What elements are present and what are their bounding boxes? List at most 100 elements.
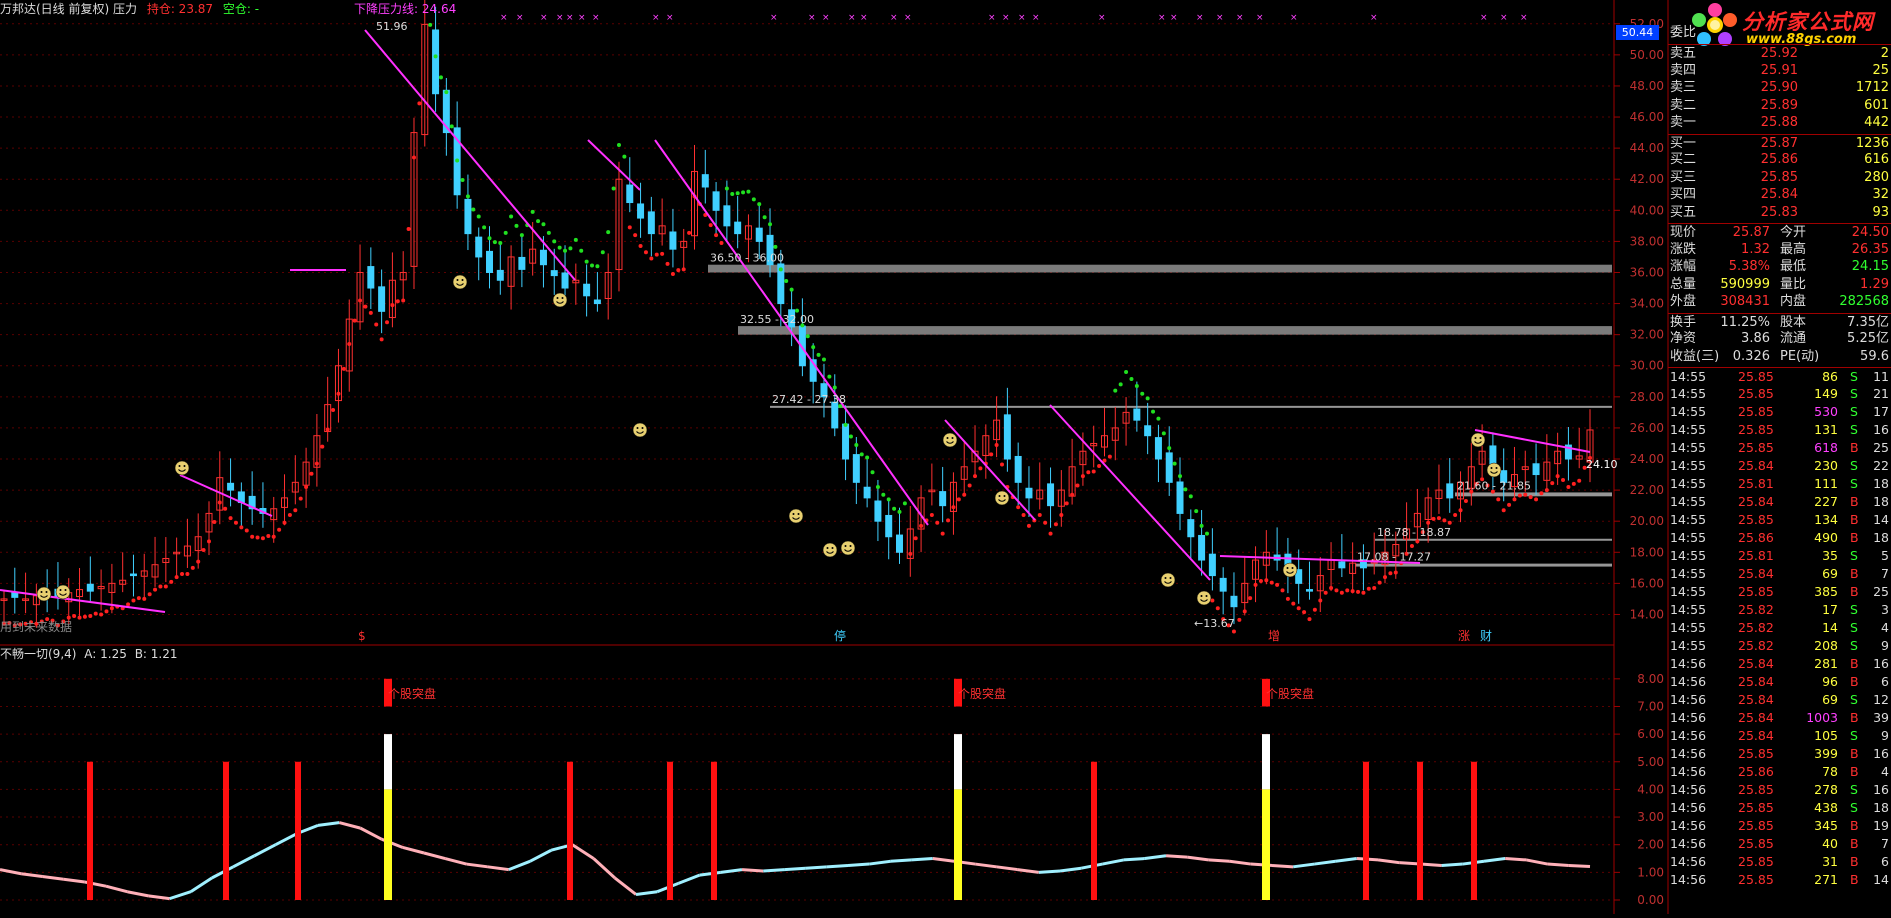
- indicator-line: [1441, 862, 1463, 867]
- support-dot: [1296, 606, 1301, 611]
- indicator-axis-label: 7.00: [1637, 699, 1664, 713]
- candle-body: [475, 236, 483, 258]
- price-axis-label: 42.00: [1630, 172, 1664, 186]
- candle-body: [1176, 481, 1184, 514]
- tick-side: B: [1850, 836, 1859, 851]
- support-dot: [1431, 516, 1436, 521]
- tick-count: 17: [1873, 404, 1889, 419]
- smiley-eye: [561, 297, 564, 299]
- candle-body: [561, 272, 569, 289]
- tick-side: S: [1850, 404, 1858, 419]
- resistance-dot: [892, 506, 897, 511]
- resistance-dot: [622, 154, 627, 159]
- chart-event-mark: 涨: [1458, 628, 1470, 643]
- tick-price: 25.85: [1738, 404, 1774, 419]
- support-dot: [719, 240, 724, 245]
- ask-row-vol: 25: [1872, 62, 1889, 78]
- resistance-dot: [482, 225, 487, 230]
- support-dot: [1426, 520, 1431, 525]
- resistance-dot: [848, 434, 853, 439]
- resistance-dot: [1167, 446, 1172, 451]
- stat-row: 换手 11.25% 股本 7.35亿: [1668, 312, 1891, 332]
- ask-row-label: 卖四: [1670, 62, 1697, 78]
- tick-volume: 490: [1814, 530, 1838, 545]
- tick-time: 14:55: [1670, 602, 1707, 617]
- smiley-icon: [36, 586, 52, 602]
- resistance-dot: [859, 452, 864, 457]
- stock-signal-label: 个股突盘: [958, 686, 1006, 701]
- support-dot: [1383, 575, 1388, 580]
- tick-price: 25.85: [1738, 584, 1774, 599]
- stat-value: 25.87: [1732, 225, 1770, 240]
- resistance-dot: [428, 22, 433, 27]
- tick-time: 14:56: [1670, 656, 1707, 671]
- support-dot: [1561, 477, 1566, 482]
- tick-side: S: [1850, 548, 1858, 563]
- stat-value: 26.35: [1851, 241, 1889, 257]
- tick-count: 7: [1881, 566, 1889, 581]
- support-dot: [1026, 523, 1031, 528]
- tick-side: S: [1850, 800, 1858, 815]
- tick-time: 14:55: [1670, 458, 1707, 473]
- support-dot: [1037, 512, 1042, 517]
- support-dot: [989, 452, 994, 457]
- tick-row: 14:56 25.84 281 B 16: [1668, 655, 1891, 673]
- candle-body: [227, 482, 235, 491]
- tick-side: B: [1850, 512, 1859, 527]
- smiley-eye: [1169, 577, 1172, 579]
- resistance-dot: [865, 455, 870, 460]
- tick-volume: 208: [1814, 638, 1838, 653]
- candle-body: [895, 534, 903, 553]
- tick-price: 25.85: [1738, 818, 1774, 833]
- candle-body: [852, 454, 860, 483]
- support-dot: [1566, 484, 1571, 489]
- candle-body: [464, 198, 472, 235]
- smiley-face: [632, 422, 648, 438]
- candle-body: [939, 491, 947, 507]
- resistance-dot: [471, 207, 476, 212]
- support-dot: [1329, 586, 1334, 591]
- resistance-dot: [762, 215, 767, 220]
- resistance-dot: [897, 509, 902, 514]
- signal-marker: ×: [1370, 13, 1378, 23]
- smiley-icon: [1196, 590, 1212, 606]
- stat-value: 1.32: [1741, 241, 1770, 257]
- indicator-axis-label: 6.00: [1637, 727, 1664, 741]
- resistance-dot: [827, 374, 832, 379]
- tick-volume: 69: [1822, 692, 1838, 707]
- tick-volume: 78: [1822, 764, 1838, 779]
- signal-marker: ×: [1520, 13, 1528, 23]
- signal-marker: ×: [1018, 13, 1026, 23]
- kline-chart[interactable]: 52.0050.0048.0046.0044.0042.0040.0038.00…: [0, 0, 1891, 914]
- ask-row-label: 卖一: [1670, 115, 1697, 130]
- stat-label: 换手: [1670, 314, 1697, 330]
- support-dot: [1048, 531, 1053, 536]
- candle-body: [378, 286, 386, 312]
- candle-body: [1230, 595, 1238, 608]
- support-dot: [385, 320, 390, 325]
- tick-count: 16: [1873, 656, 1889, 671]
- resistance-dot: [1188, 494, 1193, 499]
- support-dot: [190, 565, 195, 570]
- support-dot: [1496, 497, 1501, 502]
- bid-row: 买三 25.85 280: [1668, 169, 1891, 187]
- tick-price: 25.85: [1738, 512, 1774, 527]
- price-axis-label: 20.00: [1630, 514, 1664, 528]
- ask-row: 卖三 25.90 1712: [1668, 79, 1891, 97]
- tick-price: 25.84: [1738, 656, 1774, 671]
- tick-time: 14:55: [1670, 638, 1707, 653]
- resistance-dot: [821, 357, 826, 362]
- support-dot: [93, 611, 98, 616]
- support-dot: [1555, 474, 1560, 479]
- ask-row-label: 卖三: [1670, 80, 1697, 95]
- stat-label: PE(动): [1780, 348, 1820, 364]
- smiley-eye: [45, 591, 48, 593]
- resistance-zone: [1375, 538, 1612, 541]
- support-dot: [239, 525, 244, 530]
- tick-count: 14: [1873, 512, 1889, 527]
- resistance-dot: [498, 240, 503, 245]
- signal-bar: [87, 761, 93, 900]
- tick-side: S: [1850, 692, 1858, 707]
- ask-row-label: 卖二: [1670, 97, 1697, 113]
- tick-price: 25.84: [1738, 674, 1774, 689]
